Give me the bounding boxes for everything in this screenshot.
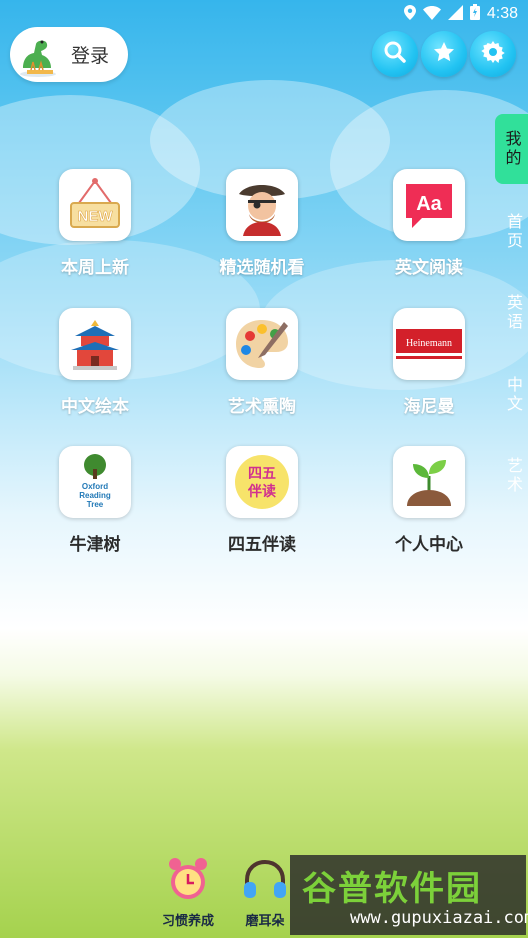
- oxford-tree-icon: Oxford Reading Tree: [59, 446, 131, 518]
- heinemann-logo-icon: Heinemann: [393, 308, 465, 380]
- alarm-clock-icon: [153, 856, 223, 906]
- dinosaur-avatar-icon: [13, 30, 63, 80]
- login-label: 登录: [71, 45, 110, 67]
- tile-label: 精选随机看: [219, 258, 305, 278]
- search-icon: [383, 40, 407, 68]
- svg-text:Heinemann: Heinemann: [406, 338, 452, 349]
- side-tab-label: 英语: [504, 294, 523, 332]
- pirate-icon: [226, 169, 298, 241]
- location-icon: [403, 4, 416, 24]
- settings-button[interactable]: [470, 31, 516, 77]
- aa-speech-icon: Aa: [393, 169, 465, 241]
- tile-new-this-week[interactable]: NEW 本周上新: [20, 169, 170, 289]
- tile-oxford-tree[interactable]: Oxford Reading Tree 牛津树: [20, 446, 170, 566]
- tile-heinemann[interactable]: Heinemann 海尼曼: [354, 308, 504, 428]
- palette-icon: [226, 308, 298, 380]
- tile-label: 牛津树: [69, 535, 121, 555]
- sprout-icon: [393, 446, 465, 518]
- tile-art-appreciation[interactable]: 艺术熏陶: [187, 308, 337, 428]
- svg-text:Tree: Tree: [87, 500, 104, 509]
- side-tab-label: 首页: [504, 213, 523, 251]
- tile-label: 英文阅读: [395, 258, 463, 278]
- svg-text:NEW: NEW: [78, 208, 114, 225]
- battery-icon: [469, 4, 480, 24]
- favorites-button[interactable]: [421, 31, 467, 77]
- svg-text:Oxford: Oxford: [82, 482, 108, 491]
- side-tab-label: 艺术: [504, 457, 523, 495]
- bottom-label: 习惯养成: [161, 914, 214, 929]
- tile-chinese-picture-books[interactable]: 中文绘本: [20, 308, 170, 428]
- watermark: 谷普软件园 www.gupuxiazai.com: [290, 855, 528, 935]
- tile-label: 中文绘本: [61, 397, 129, 417]
- gear-icon: [481, 40, 505, 68]
- tile-english-reading[interactable]: Aa 英文阅读: [354, 169, 504, 289]
- side-tab-label: 中文: [504, 376, 523, 414]
- tile-personal-center[interactable]: 个人中心: [354, 446, 504, 566]
- tile-label: 艺术熏陶: [228, 397, 296, 417]
- login-button[interactable]: 登录: [10, 27, 128, 82]
- siwu-icon: 四五 伴读: [226, 446, 298, 518]
- pagoda-icon: [59, 308, 131, 380]
- svg-text:四五: 四五: [248, 466, 276, 482]
- watermark-url: www.gupuxiazai.com: [350, 908, 528, 928]
- new-sign-icon: NEW: [59, 169, 131, 241]
- search-button[interactable]: [372, 31, 418, 77]
- watermark-title: 谷普软件园: [302, 869, 482, 909]
- habit-building-button[interactable]: 习惯养成: [153, 856, 223, 929]
- svg-text:伴读: 伴读: [247, 483, 276, 500]
- svg-text:Reading: Reading: [79, 491, 111, 500]
- status-time: 4:38: [486, 5, 518, 22]
- side-tab-label: 我的: [502, 130, 522, 168]
- signal-icon: [447, 4, 463, 24]
- tile-label: 本周上新: [61, 258, 129, 278]
- tile-siwu-reading[interactable]: 四五 伴读 四五伴读: [187, 446, 337, 566]
- star-icon: [432, 40, 456, 68]
- svg-text:Aa: Aa: [416, 193, 442, 215]
- tile-label: 四五伴读: [228, 535, 296, 555]
- status-bar: 4:38: [0, 0, 528, 28]
- tile-label: 个人中心: [395, 535, 463, 555]
- wifi-icon: [422, 5, 441, 24]
- tile-random-picks[interactable]: 精选随机看: [187, 169, 337, 289]
- tile-label: 海尼曼: [403, 397, 455, 417]
